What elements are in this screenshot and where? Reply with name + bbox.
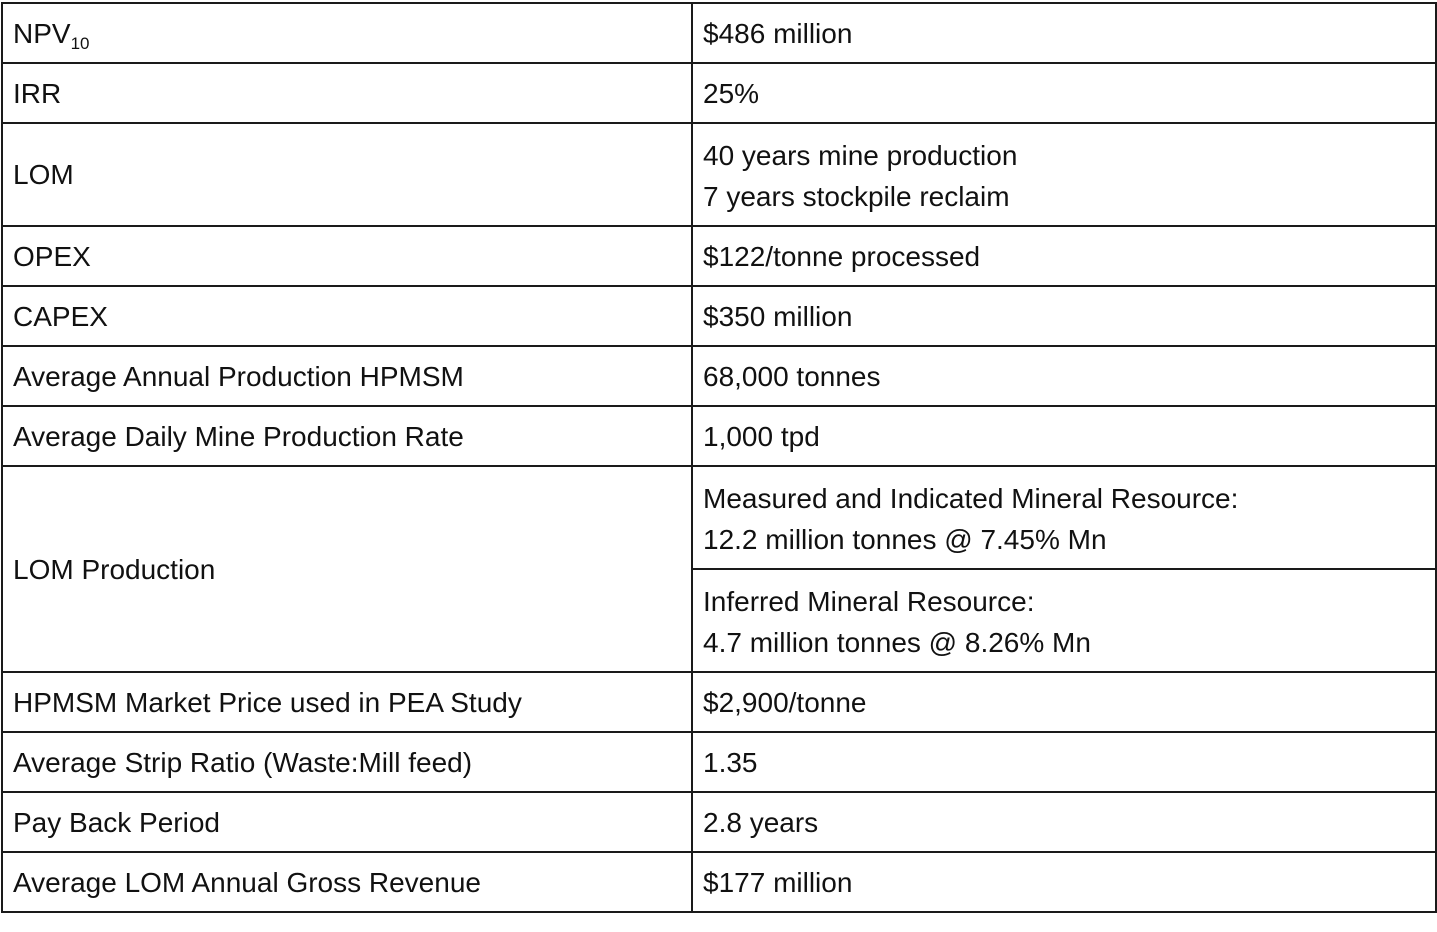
- row-label-cell: NPV10: [1, 2, 693, 64]
- row-label: LOM Production: [13, 553, 216, 585]
- row-label-cell: HPMSM Market Price used in PEA Study: [1, 671, 693, 733]
- row-value-cell: Inferred Mineral Resource: 4.7 million t…: [691, 568, 1437, 673]
- row-label: HPMSM Market Price used in PEA Study: [13, 686, 522, 718]
- row-label: IRR: [13, 77, 62, 109]
- row-label-cell: IRR: [1, 62, 693, 124]
- row-value-line: Inferred Mineral Resource:: [703, 585, 1035, 617]
- row-label-cell: OPEX: [1, 225, 693, 287]
- row-value-line: 12.2 million tonnes @ 7.45% Mn: [703, 523, 1107, 555]
- row-label: Pay Back Period: [13, 806, 220, 838]
- row-value: $486 million: [703, 17, 853, 49]
- row-label: Average Strip Ratio (Waste:Mill feed): [13, 746, 473, 778]
- row-value: $122/tonne processed: [703, 240, 981, 272]
- table-row: OPEX $122/tonne processed: [1, 225, 1437, 287]
- row-value-cell: 40 years mine production 7 years stockpi…: [691, 122, 1437, 227]
- row-label: NPV: [13, 17, 71, 49]
- table-row: HPMSM Market Price used in PEA Study $2,…: [1, 671, 1437, 733]
- row-value: 25%: [703, 77, 760, 109]
- row-label: Average Annual Production HPMSM: [13, 360, 464, 392]
- row-label-cell: Average Strip Ratio (Waste:Mill feed): [1, 731, 693, 793]
- row-label-cell: CAPEX: [1, 285, 693, 347]
- row-value-cell: 1,000 tpd: [691, 405, 1437, 467]
- row-value-line: 40 years mine production: [703, 139, 1018, 171]
- table-row: Average Annual Production HPMSM 68,000 t…: [1, 345, 1437, 407]
- row-label: CAPEX: [13, 300, 108, 332]
- table-row: IRR 25%: [1, 62, 1437, 124]
- table-row: LOM 40 years mine production 7 years sto…: [1, 122, 1437, 227]
- row-label-cell: LOM Production: [1, 465, 693, 673]
- row-value: 1.35: [703, 746, 758, 778]
- row-label: Average Daily Mine Production Rate: [13, 420, 464, 452]
- row-value-cell: Measured and Indicated Mineral Resource:…: [691, 465, 1437, 570]
- row-label-subscript: 10: [70, 33, 90, 53]
- row-label-cell: Average Annual Production HPMSM: [1, 345, 693, 407]
- table-row: Average Strip Ratio (Waste:Mill feed) 1.…: [1, 731, 1437, 793]
- row-value: $350 million: [703, 300, 853, 332]
- row-value: $177 million: [703, 866, 853, 898]
- row-value-cell: $486 million: [691, 2, 1437, 64]
- row-label-cell: LOM: [1, 122, 693, 227]
- row-value: 2.8 years: [703, 806, 819, 838]
- table-row: Pay Back Period 2.8 years: [1, 791, 1437, 853]
- row-value-cell: $350 million: [691, 285, 1437, 347]
- row-label: OPEX: [13, 240, 91, 272]
- pea-summary-table: NPV10 $486 million IRR 25% LOM 40 years …: [1, 2, 1437, 913]
- table-row: CAPEX $350 million: [1, 285, 1437, 347]
- row-label: Average LOM Annual Gross Revenue: [13, 866, 481, 898]
- row-label-cell: Average LOM Annual Gross Revenue: [1, 851, 693, 913]
- row-label-cell: Pay Back Period: [1, 791, 693, 853]
- table-row: NPV10 $486 million: [1, 2, 1437, 64]
- row-value-cell: $177 million: [691, 851, 1437, 913]
- row-value-line: 7 years stockpile reclaim: [703, 180, 1010, 212]
- row-value-cell: 68,000 tonnes: [691, 345, 1437, 407]
- row-value-cell: $2,900/tonne: [691, 671, 1437, 733]
- row-value: 68,000 tonnes: [703, 360, 881, 392]
- row-value-cell: 2.8 years: [691, 791, 1437, 853]
- row-value-line: 4.7 million tonnes @ 8.26% Mn: [703, 626, 1091, 658]
- table-row: Average LOM Annual Gross Revenue $177 mi…: [1, 851, 1437, 913]
- row-value-cell: 1.35: [691, 731, 1437, 793]
- row-label: LOM: [13, 159, 74, 190]
- row-value-cell: $122/tonne processed: [691, 225, 1437, 287]
- row-value-line: Measured and Indicated Mineral Resource:: [703, 482, 1239, 514]
- row-value-cell: 25%: [691, 62, 1437, 124]
- row-value: 1,000 tpd: [703, 420, 820, 452]
- table-row: Average Daily Mine Production Rate 1,000…: [1, 405, 1437, 467]
- row-label-cell: Average Daily Mine Production Rate: [1, 405, 693, 467]
- table-row: LOM Production Measured and Indicated Mi…: [1, 465, 1437, 673]
- row-value: $2,900/tonne: [703, 686, 867, 718]
